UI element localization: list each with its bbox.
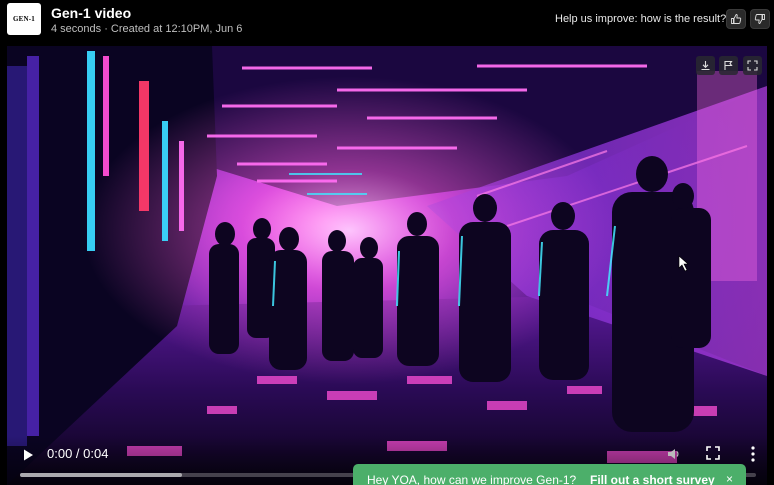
thumbs-up-icon [731,14,742,24]
flag-icon [724,60,733,70]
thumbs-up-button[interactable] [726,9,746,29]
buffered-range [20,473,182,477]
video-player[interactable]: 0:00 / 0:04 [7,46,767,485]
survey-message: Hey YOA, how can we improve Gen-1? [367,473,577,485]
feedback-prompt: Help us improve: how is the result? [555,13,727,25]
download-button[interactable] [696,56,715,75]
play-icon[interactable] [21,448,35,462]
download-icon [701,61,710,71]
survey-toast: Hey YOA, how can we improve Gen-1? Fill … [353,464,746,485]
thumbs-down-button[interactable] [750,9,770,29]
more-vert-icon[interactable] [748,445,758,463]
page-title: Gen-1 video [51,5,132,21]
thumbs-down-icon [754,14,765,24]
fullscreen-icon[interactable] [706,446,720,460]
header-bar: GEN-1 Gen-1 video 4 seconds · Created at… [0,0,774,44]
close-icon[interactable]: × [726,472,733,485]
volume-icon[interactable] [666,446,682,462]
video-meta: 4 seconds · Created at 12:10PM, Jun 6 [51,23,243,35]
logo-text: GEN-1 [13,15,35,23]
video-frame-image [7,46,767,485]
time-display: 0:00 / 0:04 [47,446,109,461]
survey-link[interactable]: Fill out a short survey [590,473,715,485]
flag-button[interactable] [719,56,738,75]
expand-button[interactable] [743,56,762,75]
gen1-logo: GEN-1 [7,3,41,35]
expand-icon [747,60,758,71]
